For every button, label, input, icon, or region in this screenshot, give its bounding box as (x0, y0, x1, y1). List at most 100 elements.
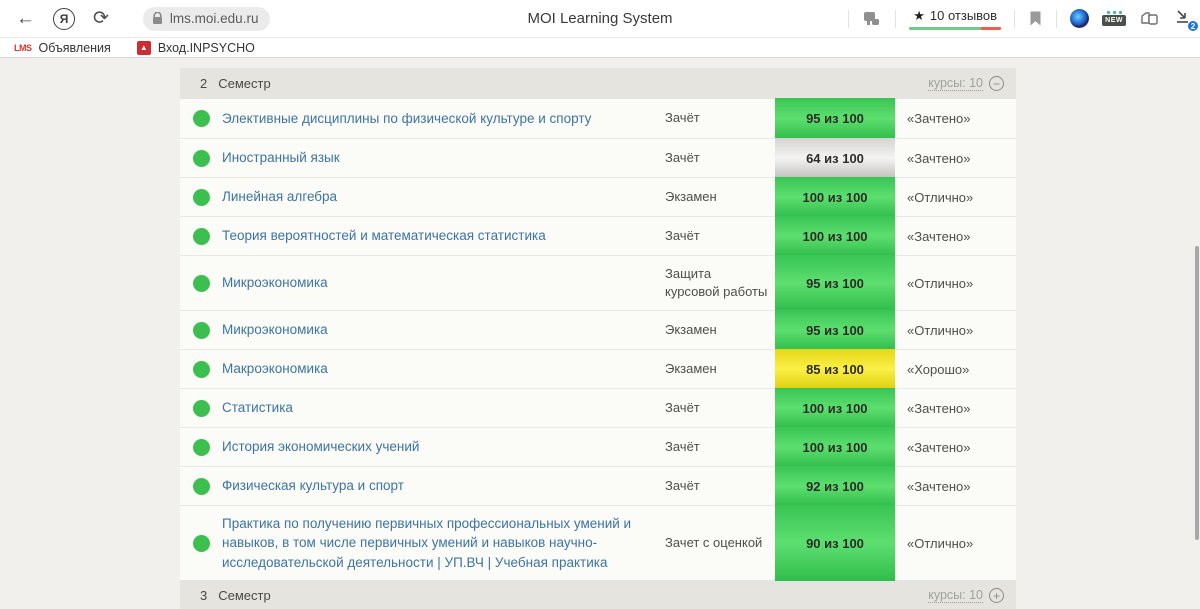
browser-toolbar: ← Я ⟳ lms.moi.edu.ru MOI Learning System… (0, 0, 1200, 38)
course-score: 95 из 100 (806, 323, 864, 338)
course-status-dot (193, 400, 210, 417)
expand-semester-icon[interactable]: + (989, 588, 1004, 603)
course-row: Линейная алгебра Экзамен 100 из 100 «Отл… (180, 177, 1016, 216)
tabs-icon[interactable] (1139, 10, 1161, 28)
course-score-box: 95 из 100 (775, 310, 895, 350)
scrollbar-thumb[interactable] (1195, 246, 1199, 540)
downloads-button[interactable]: 2 (1174, 8, 1196, 30)
gradebook-table: 2 Семестр курсы: 10 − Элективные дисципл… (180, 68, 1016, 609)
course-result: «Хорошо» (895, 362, 1016, 377)
refresh-button[interactable]: ⟳ (93, 9, 109, 28)
course-status-dot (193, 275, 210, 292)
course-assessment-type: Зачет с оценкой (665, 534, 775, 552)
course-assessment-type: Экзамен (665, 188, 775, 206)
course-status-dot (193, 322, 210, 339)
semester-3-courses-count[interactable]: курсы: 10 (928, 588, 983, 603)
page-content: 2 Семестр курсы: 10 − Элективные дисципл… (0, 58, 1200, 609)
course-score: 90 из 100 (806, 536, 864, 551)
course-name-link[interactable]: Теория вероятностей и математическая ста… (222, 228, 546, 243)
divider (848, 10, 849, 28)
course-assessment-type: Зачёт (665, 399, 775, 417)
course-row: Микроэкономика Экзамен 95 из 100 «Отличн… (180, 310, 1016, 349)
browser-extension-lens-icon[interactable] (1070, 9, 1089, 28)
bookmark-item-inpsycho[interactable]: ▲ Вход.INPSYCHO (137, 41, 255, 55)
course-score: 95 из 100 (806, 276, 864, 291)
course-score-box: 95 из 100 (775, 255, 895, 311)
yandex-home-icon[interactable]: Я (53, 8, 75, 30)
course-row: Микроэкономика Защита курсовой работы 95… (180, 255, 1016, 310)
course-result: «Отлично» (895, 536, 1016, 551)
course-status-dot (193, 150, 210, 167)
semester-2-header: 2 Семестр курсы: 10 − (180, 68, 1016, 99)
bookmark-icon[interactable] (1028, 10, 1043, 27)
course-assessment-type: Защита курсовой работы (665, 265, 775, 301)
course-row: Макроэкономика Экзамен 85 из 100 «Хорошо… (180, 349, 1016, 388)
course-status-dot (193, 535, 210, 552)
bookmark-item-announcements[interactable]: LMS Объявления (14, 41, 111, 55)
course-score: 64 из 100 (806, 151, 864, 166)
course-assessment-type: Зачёт (665, 477, 775, 495)
course-assessment-type: Экзамен (665, 360, 775, 378)
course-name-link[interactable]: Физическая культура и спорт (222, 478, 404, 493)
course-row: Статистика Зачёт 100 из 100 «Зачтено» (180, 388, 1016, 427)
new-feature-icon[interactable]: NEW (1102, 11, 1126, 26)
course-result: «Зачтено» (895, 151, 1016, 166)
back-button[interactable]: ← (16, 9, 35, 28)
course-score: 85 из 100 (806, 362, 864, 377)
course-name-link[interactable]: Микроэкономика (222, 275, 328, 290)
course-assessment-type: Зачёт (665, 149, 775, 167)
course-score-box: 100 из 100 (775, 427, 895, 467)
site-reviews-button[interactable]: ★ 10 отзывов (909, 8, 1001, 30)
course-score-box: 64 из 100 (775, 138, 895, 178)
course-score-box: 95 из 100 (775, 98, 895, 139)
course-name-link[interactable]: Практика по получению первичных професси… (222, 516, 631, 570)
course-score: 95 из 100 (806, 111, 864, 126)
course-name-link[interactable]: Макроэкономика (222, 361, 328, 376)
course-score: 100 из 100 (802, 190, 867, 205)
course-name-link[interactable]: Иностранный язык (222, 150, 340, 165)
course-result: «Отлично» (895, 276, 1016, 291)
course-assessment-type: Зачёт (665, 438, 775, 456)
course-score-box: 100 из 100 (775, 216, 895, 256)
address-bar[interactable]: lms.moi.edu.ru (143, 7, 271, 31)
course-result: «Зачтено» (895, 111, 1016, 126)
divider (1014, 10, 1015, 28)
course-result: «Зачтено» (895, 229, 1016, 244)
course-list: Элективные дисциплины по физической куль… (180, 99, 1016, 580)
course-name-link[interactable]: История экономических учений (222, 439, 419, 454)
course-score-box: 90 из 100 (775, 505, 895, 581)
extensions-icon[interactable] (862, 10, 882, 28)
course-row: История экономических учений Зачёт 100 и… (180, 427, 1016, 466)
course-name-link[interactable]: Элективные дисциплины по физической куль… (222, 111, 591, 126)
course-result: «Отлично» (895, 323, 1016, 338)
lms-favicon: LMS (14, 43, 32, 53)
course-name-link[interactable]: Линейная алгебра (222, 189, 337, 204)
url-text: lms.moi.edu.ru (170, 11, 259, 26)
course-assessment-type: Экзамен (665, 321, 775, 339)
star-icon: ★ (913, 8, 925, 24)
course-name-link[interactable]: Статистика (222, 400, 293, 415)
course-score: 100 из 100 (802, 229, 867, 244)
course-result: «Зачтено» (895, 440, 1016, 455)
course-status-dot (193, 110, 210, 127)
course-assessment-type: Зачёт (665, 109, 775, 127)
course-score: 100 из 100 (802, 440, 867, 455)
course-score-box: 85 из 100 (775, 349, 895, 389)
course-row: Элективные дисциплины по физической куль… (180, 99, 1016, 138)
course-status-dot (193, 439, 210, 456)
course-assessment-type: Зачёт (665, 227, 775, 245)
course-row: Иностранный язык Зачёт 64 из 100 «Зачтен… (180, 138, 1016, 177)
reviews-count-label: 10 отзывов (930, 8, 997, 23)
course-score-box: 100 из 100 (775, 177, 895, 217)
course-score: 92 из 100 (806, 479, 864, 494)
bookmarks-bar: LMS Объявления ▲ Вход.INPSYCHO (0, 38, 1200, 58)
download-count-badge: 2 (1187, 20, 1199, 32)
course-result: «Зачтено» (895, 401, 1016, 416)
divider (1056, 10, 1057, 28)
course-status-dot (193, 189, 210, 206)
semester-2-courses-count[interactable]: курсы: 10 (928, 76, 983, 91)
course-score: 100 из 100 (802, 401, 867, 416)
course-status-dot (193, 478, 210, 495)
course-name-link[interactable]: Микроэкономика (222, 322, 328, 337)
collapse-semester-icon[interactable]: − (989, 76, 1004, 91)
